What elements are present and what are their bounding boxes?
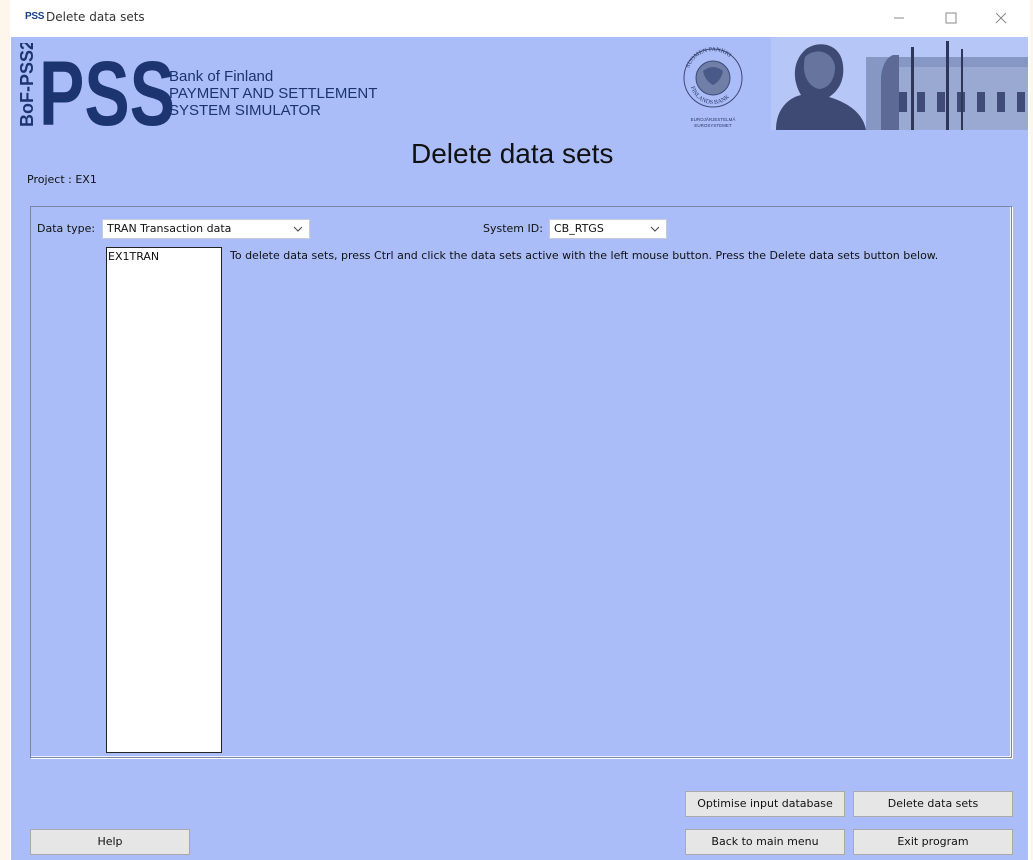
- minimize-icon: [894, 17, 904, 19]
- help-button[interactable]: Help: [30, 829, 190, 855]
- svg-text:BoF-PSS2: BoF-PSS2: [17, 43, 37, 127]
- bank-line-1: Bank of Finland: [169, 68, 274, 85]
- optimise-input-database-button[interactable]: Optimise input database: [685, 791, 845, 817]
- maximize-button[interactable]: [928, 4, 974, 32]
- bank-seal-emblem: SUOMEN PANKKI FINLANDS BANK EUROJÄRJESTE…: [683, 47, 743, 128]
- system-id-select[interactable]: CB_RTGS: [549, 219, 667, 239]
- client-area: BoF-PSS2 PSS Bank of Finland PAYMENT AND…: [11, 37, 1028, 860]
- system-id-label: System ID:: [483, 222, 543, 235]
- bank-name-block: Bank of Finland PAYMENT AND SETTLEMENT S…: [169, 68, 377, 119]
- list-item[interactable]: EX1TRAN: [107, 248, 221, 265]
- bank-line-3: SYSTEM SIMULATOR: [169, 102, 321, 119]
- instructions-text: To delete data sets, press Ctrl and clic…: [230, 249, 939, 262]
- project-label: Project : EX1: [27, 173, 97, 186]
- delete-data-sets-button[interactable]: Delete data sets: [853, 791, 1013, 817]
- data-sets-panel: Data type: TRAN Transaction data System …: [30, 206, 1012, 758]
- chevron-down-icon: [293, 226, 303, 232]
- maximize-icon: [945, 12, 957, 24]
- application-window: PSS Delete data sets BoF-PSS2 PSS Bank o…: [10, 0, 1030, 860]
- window-title: Delete data sets: [46, 10, 145, 24]
- bank-building-photo: [771, 37, 1028, 130]
- svg-text:EUROJÄRJESTELMÄ: EUROJÄRJESTELMÄ: [691, 116, 736, 122]
- data-sets-listbox[interactable]: EX1TRAN: [106, 247, 222, 753]
- close-button[interactable]: [978, 4, 1024, 32]
- chevron-down-icon: [650, 226, 660, 232]
- bank-line-2: PAYMENT AND SETTLEMENT: [169, 85, 378, 102]
- data-type-value: TRAN Transaction data: [107, 222, 232, 235]
- title-bar[interactable]: PSS Delete data sets: [10, 0, 1030, 36]
- minimize-button[interactable]: [876, 4, 922, 32]
- data-type-label: Data type:: [37, 222, 96, 235]
- page-title: Delete data sets: [411, 138, 614, 169]
- data-type-select[interactable]: TRAN Transaction data: [102, 219, 310, 239]
- system-id-value: CB_RTGS: [554, 222, 604, 235]
- exit-program-button[interactable]: Exit program: [853, 829, 1013, 855]
- close-icon: [995, 12, 1007, 24]
- app-icon: PSS: [25, 11, 45, 22]
- pss-logo: BoF-PSS2 PSS: [17, 43, 177, 129]
- svg-text:PSS: PSS: [39, 43, 175, 129]
- back-to-main-menu-button[interactable]: Back to main menu: [685, 829, 845, 855]
- svg-text:EUROSYSTEMET: EUROSYSTEMET: [694, 123, 732, 128]
